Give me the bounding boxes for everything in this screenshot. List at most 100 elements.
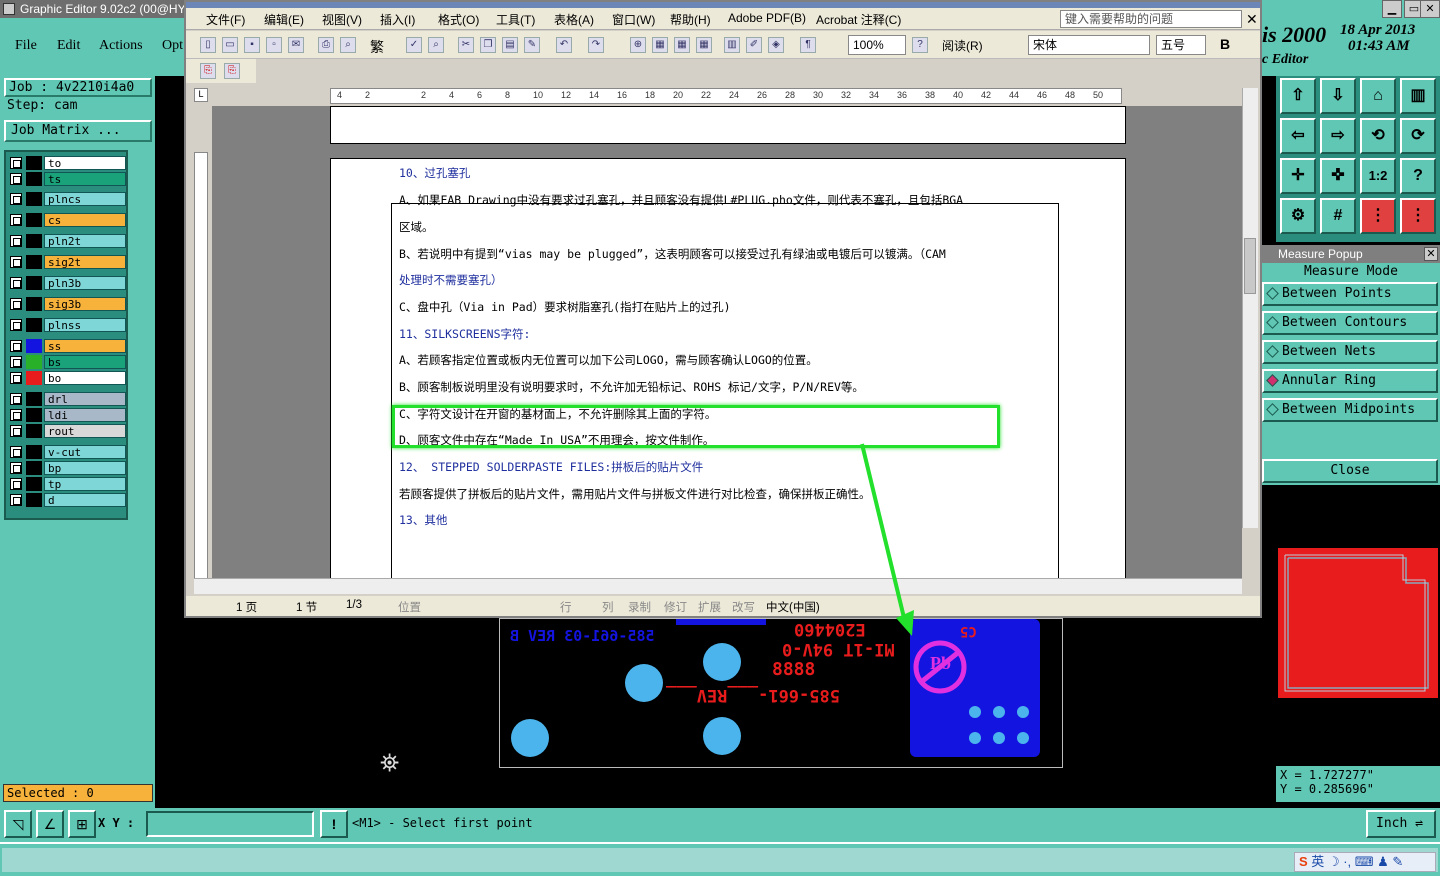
option-between-contours[interactable]: Between Contours	[1262, 311, 1438, 335]
layer-name[interactable]: pln3b	[44, 276, 126, 290]
layer-name[interactable]: pln2t	[44, 234, 126, 248]
layer-checkbox[interactable]	[10, 425, 22, 437]
window-close-icon[interactable]: ✕	[1420, 0, 1440, 18]
layer-name[interactable]: bo	[44, 371, 126, 385]
doc-line[interactable]: A、若顾客指定位置或板内无位置可以加下公司LOGO，需与顾客确认LOGO的位置。	[399, 352, 818, 368]
angle-icon[interactable]: ∠	[36, 810, 64, 838]
layer-name[interactable]: ts	[44, 172, 126, 186]
doc-line[interactable]: C、盘中孔（Via in Pad）要求树脂塞孔(指打在贴片上的过孔)	[399, 299, 731, 315]
layer-checkbox[interactable]	[10, 372, 22, 384]
layer-name[interactable]: to	[44, 156, 126, 170]
layer-checkbox[interactable]	[10, 298, 22, 310]
measure-icon[interactable]: ⋮	[1360, 198, 1396, 234]
open-icon[interactable]: ▭	[222, 37, 238, 53]
word-menu-window[interactable]: 窗口(W)	[612, 11, 655, 28]
layer-color-swatch[interactable]	[26, 461, 42, 475]
email-icon[interactable]: ✉	[288, 37, 304, 53]
layer-checkbox[interactable]	[10, 157, 22, 169]
layer-color-swatch[interactable]	[26, 445, 42, 459]
word-menu-file[interactable]: 文件(F)	[206, 11, 245, 28]
layer-row-to[interactable]: to	[8, 156, 126, 170]
word-menu-view[interactable]: 视图(V)	[322, 11, 362, 28]
word-menu-format[interactable]: 格式(O)	[438, 11, 479, 28]
layer-checkbox[interactable]	[10, 235, 22, 247]
option-between-midpoints[interactable]: Between Midpoints	[1262, 398, 1438, 422]
doc-line[interactable]: A、如果FAB Drawing中没有要求过孔塞孔，并且顾客没有提供L#PLUG.…	[399, 192, 963, 208]
layer-name[interactable]: ldi	[44, 408, 126, 422]
show-hide-icon[interactable]: ¶	[800, 37, 816, 53]
word-menu-edit[interactable]: 编辑(E)	[264, 11, 304, 28]
layer-color-swatch[interactable]	[26, 392, 42, 406]
help-search-input[interactable]: 键入需要帮助的问题	[1060, 10, 1242, 28]
close-x-icon[interactable]	[3, 3, 15, 15]
layer-row-pln3b[interactable]: pln3b	[8, 276, 126, 290]
doc-line[interactable]: 处理时不需要塞孔）	[399, 272, 503, 288]
layer-checkbox[interactable]	[10, 256, 22, 268]
layer-color-swatch[interactable]	[26, 318, 42, 332]
layer-row-bs[interactable]: bs	[8, 355, 126, 369]
step-down-icon[interactable]: ⇩	[1320, 78, 1356, 114]
step-up-icon[interactable]: ⇧	[1280, 78, 1316, 114]
layer-checkbox[interactable]	[10, 356, 22, 368]
zoom-in-icon[interactable]: ✛	[1280, 158, 1316, 194]
draw-icon[interactable]: ◹	[4, 810, 32, 838]
layer-color-swatch[interactable]	[26, 172, 42, 186]
scale-1-2-icon[interactable]: 1:2	[1360, 158, 1396, 194]
pcb-view[interactable]: 585-661-03 REV B E204460 MI-1T 94V-0 888…	[499, 618, 1063, 768]
word-menu-adobe-pdf[interactable]: Adobe PDF(B)	[728, 11, 806, 25]
layer-row-d[interactable]: d	[8, 493, 126, 507]
option-between-points[interactable]: Between Points	[1262, 282, 1438, 306]
layer-checkbox[interactable]	[10, 409, 22, 421]
job-matrix-button[interactable]: Job Matrix ...	[4, 120, 152, 142]
permission-icon[interactable]: ▫	[266, 37, 282, 53]
help-circle-icon[interactable]: ?	[912, 37, 928, 53]
layer-name[interactable]: bs	[44, 355, 126, 369]
new-doc-icon[interactable]: ▯	[200, 37, 216, 53]
pdf-email-icon[interactable]: ⎘	[224, 63, 240, 79]
layer-name[interactable]: bp	[44, 461, 126, 475]
layer-row-sig3b[interactable]: sig3b	[8, 297, 126, 311]
window-split-icon[interactable]: ▥	[1400, 78, 1436, 114]
layer-checkbox[interactable]	[10, 462, 22, 474]
layer-color-swatch[interactable]	[26, 276, 42, 290]
layer-name[interactable]: sig3b	[44, 297, 126, 311]
ime-tray[interactable]: S 英 ☽ ·, ⌨ ♟ ✎	[1294, 852, 1436, 872]
layer-color-swatch[interactable]	[26, 371, 42, 385]
layer-name[interactable]: rout	[44, 424, 126, 438]
layer-checkbox[interactable]	[10, 494, 22, 506]
pdf-convert-icon[interactable]: ⎘	[200, 63, 216, 79]
measure-nets-icon[interactable]: ⋮	[1400, 198, 1436, 234]
doc-line[interactable]: 13、其他	[399, 512, 447, 528]
scroll-thumb[interactable]	[1244, 238, 1256, 294]
layer-color-swatch[interactable]	[26, 493, 42, 507]
word-menu-insert[interactable]: 插入(I)	[380, 11, 415, 28]
drawing-icon[interactable]: ✐	[746, 37, 762, 53]
layer-row-bp[interactable]: bp	[8, 461, 126, 475]
layer-name[interactable]: v-cut	[44, 445, 126, 459]
zoom-select[interactable]: 100%	[848, 35, 906, 55]
status-record[interactable]: 录制	[628, 599, 651, 615]
spelling-icon[interactable]: ✓	[406, 37, 422, 53]
doc-line[interactable]: 若顾客提供了拼板后的贴片文件，需用贴片文件与拼板文件进行对比检查，确保拼板正确性…	[399, 486, 871, 502]
layer-row-bo[interactable]: bo	[8, 371, 126, 385]
close-icon[interactable]: ✕	[1424, 247, 1438, 261]
help-icon[interactable]: ?	[1400, 158, 1436, 194]
layer-color-swatch[interactable]	[26, 477, 42, 491]
close-button[interactable]: Close	[1262, 459, 1438, 483]
layer-color-swatch[interactable]	[26, 408, 42, 422]
layer-name[interactable]: cs	[44, 213, 126, 227]
horizontal-ruler[interactable]: 4 2 2 4 6 8 10 12 14 16 18 20 22 24 26 28 30 32 34 36 38 40 42…	[330, 88, 1122, 104]
read-mode-button[interactable]: 阅读(R)	[942, 37, 983, 54]
info-icon[interactable]: !	[320, 810, 348, 838]
hyperlink-icon[interactable]: ⊕	[630, 37, 646, 53]
layer-color-swatch[interactable]	[26, 156, 42, 170]
copy-icon[interactable]: ❐	[480, 37, 496, 53]
word-menu-acrobat[interactable]: Acrobat 注释(C)	[816, 11, 901, 28]
pan-left-icon[interactable]: ⇦	[1280, 118, 1316, 154]
document-map-icon[interactable]: ◈	[768, 37, 784, 53]
menu-actions[interactable]: Actions	[99, 38, 143, 54]
zoom-out-icon[interactable]: ✜	[1320, 158, 1356, 194]
layer-checkbox[interactable]	[10, 478, 22, 490]
ime-tools-icon[interactable]: ☽ ·, ⌨ ♟ ✎	[1328, 854, 1403, 869]
pan-right-icon[interactable]: ⇨	[1320, 118, 1356, 154]
